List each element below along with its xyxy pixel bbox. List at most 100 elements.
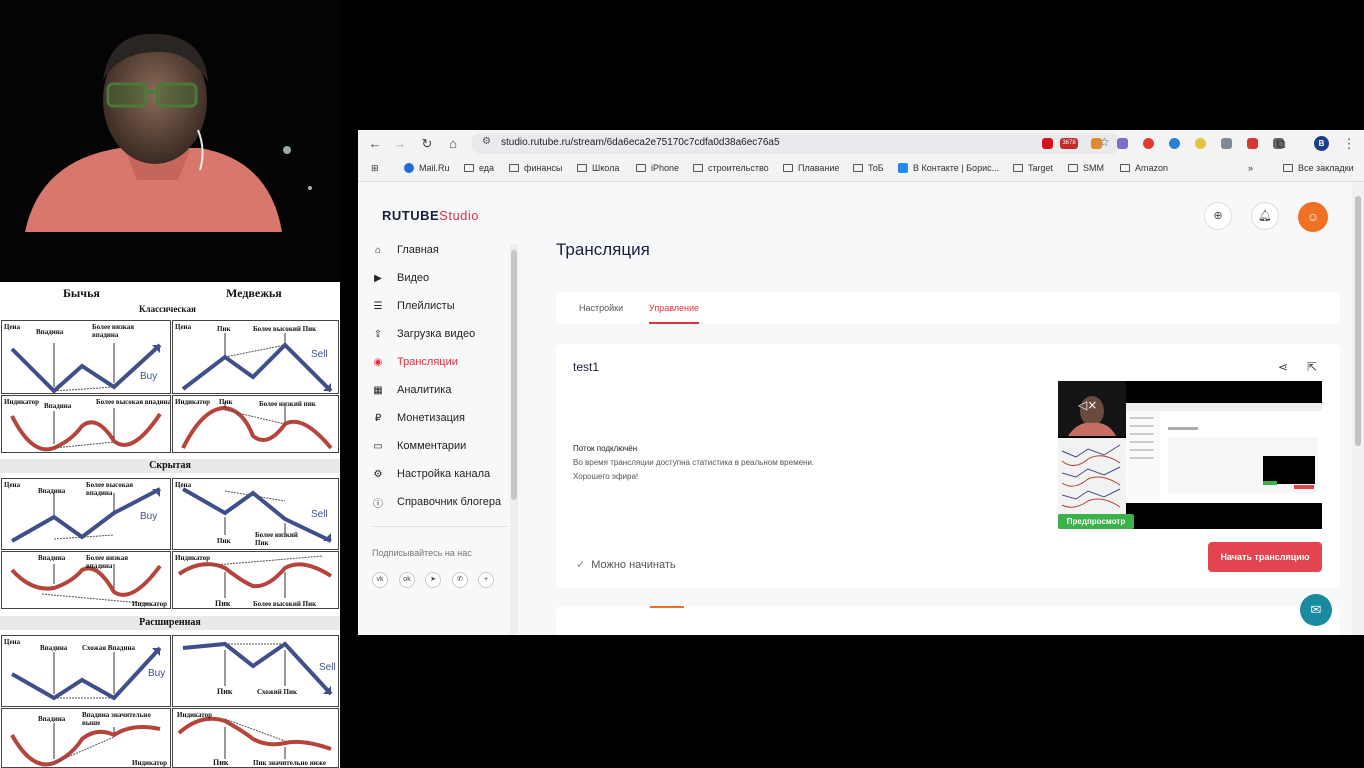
back-icon[interactable]: ←	[366, 135, 384, 153]
scrollbar-thumb[interactable]	[1355, 196, 1361, 446]
ok-icon[interactable]: ok	[399, 572, 415, 588]
start-broadcast-button[interactable]: Начать трансляцию	[1208, 542, 1322, 572]
folder-icon	[1120, 164, 1130, 172]
playlist-icon: ☰	[373, 300, 383, 312]
bookmark-folder[interactable]: Школа	[577, 163, 619, 173]
url-field[interactable]: ⚙ studio.rutube.ru/stream/6da6eca2e75170…	[471, 133, 1121, 154]
all-bookmarks[interactable]: Все закладки	[1283, 163, 1354, 173]
sidebar-item-monetization[interactable]: ₽ Монетизация	[372, 408, 465, 428]
sidebar-item-playlists[interactable]: ☰ Плейлисты	[372, 296, 455, 316]
bookmark-folder[interactable]: iPhone	[636, 163, 679, 173]
viber-icon[interactable]: ✆	[452, 572, 468, 588]
info-icon: ⓘ	[373, 498, 383, 510]
buy-signal-label: Buy	[140, 371, 158, 382]
ext-icon[interactable]	[1195, 138, 1206, 149]
apps-grid-icon[interactable]: ⊞	[371, 163, 379, 174]
help-chat-button[interactable]: ✉	[1300, 594, 1332, 626]
bookmark-vk[interactable]: В Контакте | Борис...	[898, 163, 999, 173]
mail-ext-icon[interactable]: 3678	[1060, 138, 1078, 149]
panel-label: Пик	[213, 758, 229, 767]
ext-icon[interactable]	[1221, 138, 1232, 149]
rutube-studio-page: RUTUBEStudio ⊕ 🔔︎ ☺ ⌂ Главная ▶ Видео ☰ Пле…	[358, 182, 1364, 635]
panel-label: Индикатор	[132, 759, 168, 767]
ready-status: ✓ Можно начинать	[576, 558, 676, 571]
notifications-bell-icon[interactable]: 🔔︎	[1251, 202, 1279, 230]
opera-ext-icon[interactable]	[1143, 138, 1154, 149]
panel-label: Более низкая впадина	[86, 554, 129, 570]
more-bookmarks-icon[interactable]: »	[1248, 163, 1253, 173]
panel-label: Пик	[215, 599, 231, 608]
hidden-bull-indicator-panel: Впадина Более низкая впадина Индикатор	[1, 551, 171, 609]
preview-badge: Предпросмотр	[1058, 514, 1134, 529]
sidebar-scrollbar[interactable]	[510, 244, 518, 634]
sidebar-item-analytics[interactable]: ▦ Аналитика	[372, 380, 451, 400]
sidebar-item-label: Главная	[397, 244, 439, 256]
user-avatar[interactable]: ☺	[1298, 202, 1328, 232]
bookmark-folder[interactable]: SMM	[1068, 163, 1104, 173]
home-icon[interactable]: ⌂	[444, 135, 462, 153]
bookmark-folder[interactable]: Плавание	[783, 163, 839, 173]
browser-menu-icon[interactable]: ⋮	[1340, 135, 1358, 153]
panel-label: Индикатор	[177, 711, 213, 719]
webcam-feed	[0, 0, 340, 280]
home-icon: ⌂	[374, 244, 382, 256]
plus-icon[interactable]: +	[478, 572, 494, 588]
panel-label: Более высокая впадина	[86, 481, 133, 497]
tab-settings[interactable]: Настройки	[579, 303, 623, 313]
extensions-puzzle-icon[interactable]: ⧉	[1272, 135, 1290, 153]
classic-bear-indicator-panel: Индикатор Пик Более низкий пик	[172, 395, 339, 453]
hidden-bull-price-panel: Цена Впадина Более высокая впадина Buy	[1, 478, 171, 550]
hidden-bear-indicator-panel: Индикатор Пик Более высокий Пик	[172, 551, 339, 609]
reload-icon[interactable]: ↻	[418, 135, 436, 153]
classic-bull-indicator-panel: Индикатор Впадина Более высокая впадина	[1, 395, 171, 453]
bookmark-folder[interactable]: Amazon	[1120, 163, 1168, 173]
bookmark-label: еда	[479, 163, 495, 173]
panel-label: Пик	[217, 325, 231, 333]
browser-window: ← → ↻ ⌂ ⚙ studio.rutube.ru/stream/6da6ec…	[358, 130, 1364, 635]
screen: Бычья Медвежья Классическая Цена Впадина…	[0, 0, 1364, 768]
metamask-ext-icon[interactable]	[1091, 138, 1102, 149]
bookmark-label: финансы	[524, 163, 563, 173]
sidebar-item-broadcasts[interactable]: ◉ Трансляции	[372, 352, 458, 372]
ext-icon[interactable]	[1117, 138, 1128, 149]
tab-management[interactable]: Управление	[649, 303, 700, 324]
sidebar-item-label: Аналитика	[397, 384, 452, 396]
youtube-ext-icon[interactable]	[1042, 138, 1053, 149]
panel-label: Индикатор	[175, 554, 211, 562]
rutube-studio-logo[interactable]: RUTUBEStudio	[382, 208, 479, 223]
scrollbar-thumb[interactable]	[511, 250, 517, 500]
stream-status-title: Поток подключён	[573, 444, 638, 453]
forward-icon[interactable]: →	[391, 135, 409, 153]
bookmark-mailru[interactable]: Mail.Ru	[404, 163, 450, 173]
vk-icon[interactable]: vk	[372, 572, 388, 588]
mailru-icon	[404, 163, 414, 173]
sidebar-item-home[interactable]: ⌂ Главная	[372, 240, 439, 260]
stream-card: test1 ⋖ ⇱ Поток подключён Во время транс…	[556, 344, 1340, 588]
sidebar-item-video[interactable]: ▶ Видео	[372, 268, 429, 288]
ext-icon[interactable]	[1169, 138, 1180, 149]
sidebar-item-upload[interactable]: ⇪ Загрузка видео	[372, 324, 475, 344]
panel-label: Впадина	[38, 715, 66, 723]
bookmark-folder[interactable]: финансы	[509, 163, 562, 173]
panel-label: Схожая Впадина	[82, 644, 136, 652]
profile-avatar[interactable]: B	[1314, 136, 1329, 151]
panel-label: Более низкий пик	[259, 400, 316, 408]
bookmark-folder[interactable]: ТоБ	[853, 163, 884, 173]
share-icon[interactable]: ⋖	[1278, 360, 1288, 374]
add-video-icon[interactable]: ⊕	[1204, 202, 1232, 230]
site-info-icon[interactable]: ⚙	[482, 136, 491, 147]
stream-preview[interactable]: ◁×	[1058, 381, 1322, 529]
bookmark-label: SMM	[1083, 163, 1104, 173]
telegram-icon[interactable]: ➤	[425, 572, 441, 588]
external-link-icon[interactable]: ⇱	[1307, 360, 1317, 374]
sidebar-item-channel-settings[interactable]: ⚙ Настройка канала	[372, 464, 491, 484]
sidebar-item-blogger-guide[interactable]: ⓘ Справочник блогера	[372, 492, 501, 512]
bookmark-folder[interactable]: Target	[1013, 163, 1053, 173]
sidebar-item-comments[interactable]: ▭ Комментарии	[372, 436, 466, 456]
bookmark-folder[interactable]: еда	[464, 163, 494, 173]
page-scrollbar[interactable]	[1352, 182, 1364, 635]
bookmark-folder[interactable]: строительство	[693, 163, 769, 173]
panel-label: Цена	[4, 481, 21, 489]
ext-icon[interactable]	[1247, 138, 1258, 149]
panel-label: Пик	[217, 537, 231, 545]
